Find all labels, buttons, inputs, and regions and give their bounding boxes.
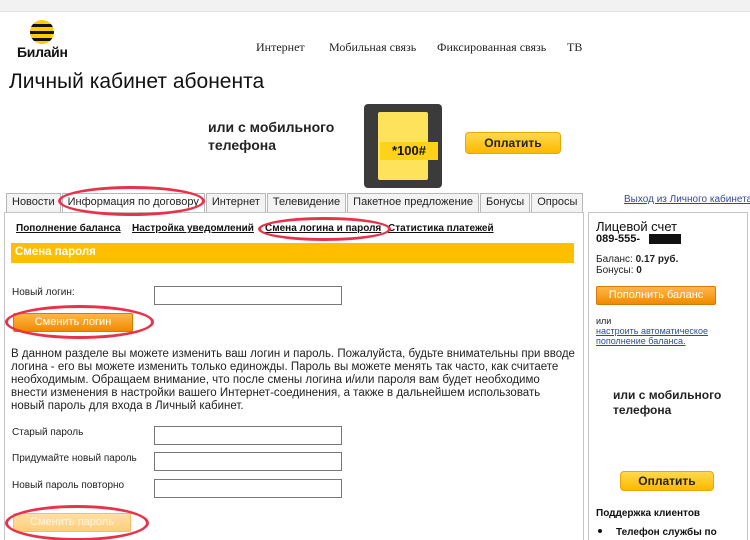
repeat-password-label: Новый пароль повторно [12,480,125,491]
old-password-input[interactable] [154,426,342,445]
nav-fixed[interactable]: Фиксированная связь [437,40,546,55]
ussd-code: *100# [380,142,438,160]
description-text: В данном разделе вы можете изменить ваш … [11,348,575,412]
new-password-label: Придумайте новый пароль [12,453,137,464]
account-number: 089-555- [596,233,641,245]
banner-text: или с мобильного телефона [208,119,335,153]
tab-bar: Новости Информация по договору Интернет … [6,193,584,212]
tab-contract-info[interactable]: Информация по договору [61,193,205,212]
old-password-label: Старый пароль [12,427,84,438]
tab-surveys[interactable]: Опросы [531,193,584,212]
header: Билайн Интернет Мобильная связь Фиксиров… [0,0,750,66]
topup-balance-button[interactable]: Пополнить баланс [596,286,716,305]
change-password-button[interactable]: Сменить пароль [13,513,131,532]
change-login-button[interactable]: Сменить логин [13,313,133,332]
beeline-logo[interactable]: Билайн [17,20,68,60]
top-strip [0,0,750,12]
sidebar-banner-text: или с мобильного телефона [613,388,722,417]
sidebar-pay-button[interactable]: Оплатить [620,471,714,491]
section-title: Смена пароля [15,246,96,258]
repeat-password-input[interactable] [154,479,342,498]
tab-bonuses[interactable]: Бонусы [480,193,531,212]
account-title: Лицевой счет [596,219,678,234]
nav-mobile[interactable]: Мобильная связь [329,40,416,55]
new-login-input[interactable] [154,286,342,305]
subnav-payment-stats[interactable]: Статистика платежей [388,223,494,234]
subnav-topup[interactable]: Пополнение баланса [16,223,121,234]
new-login-label: Новый логин: [12,287,75,298]
top-banner[interactable]: или с мобильного телефона *100# Оплатить [8,104,744,188]
tab-news[interactable]: Новости [6,193,61,212]
balance-value: 0.17 руб. [635,254,679,265]
redacted-number [649,234,681,244]
phone-illustration: *100# [364,104,442,188]
support-title: Поддержка клиентов [596,508,701,519]
brand-name: Билайн [17,44,68,60]
support-phone-item[interactable]: Телефон службы по [596,527,717,538]
bonus-label: Бонусы: [596,265,634,276]
nav-internet[interactable]: Интернет [256,40,305,55]
section-header: Смена пароля [11,243,574,263]
nav-tv[interactable]: ТВ [567,40,582,55]
logout-link[interactable]: Выход из Личного кабинета [624,194,750,205]
tab-television[interactable]: Телевидение [266,193,347,212]
balance-row: Баланс: 0.17 руб. [596,254,678,265]
autopay-link[interactable]: настроить автоматическое пополнение бала… [596,326,746,346]
bonus-row: Бонусы: 0 [596,265,642,276]
page-title: Личный кабинет абонента [9,70,265,93]
or-text: или [596,316,612,326]
subnav-change-login[interactable]: Смена логина и пароля [265,223,381,234]
new-password-input[interactable] [154,452,342,471]
support-phone-label: Телефон службы по [616,527,717,538]
subnav-notifications[interactable]: Настройка уведомлений [132,223,254,234]
balance-label: Баланс: [596,254,633,265]
bullet-icon [598,529,602,534]
beeline-logo-icon [30,20,54,44]
bonus-value: 0 [636,265,642,276]
tab-internet[interactable]: Интернет [205,193,266,212]
tab-bundle[interactable]: Пакетное предложение [347,193,479,212]
banner-pay-button[interactable]: Оплатить [465,132,561,154]
